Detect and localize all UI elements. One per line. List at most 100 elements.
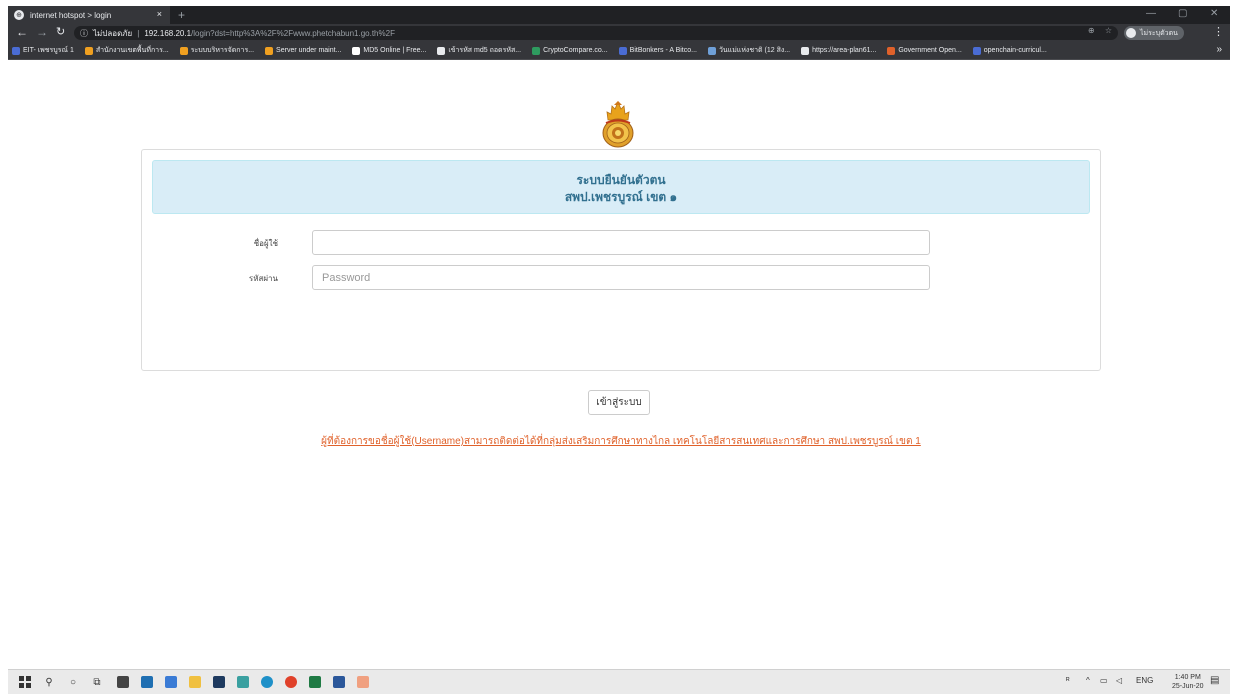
app-icon[interactable]	[356, 675, 370, 689]
volume-icon[interactable]: ◁	[1116, 676, 1122, 685]
url-path: /login?dst=http%3A%2F%2Fwww.phetchabun1.…	[191, 28, 395, 38]
bookmark-label: วันแม่แห่งชาติ (12 สิง...	[718, 47, 791, 54]
maximize-icon[interactable]: ▢	[1178, 8, 1187, 19]
bookmark-item[interactable]: Server under maint...	[265, 46, 342, 55]
bookmark-item[interactable]: EIT- เพชรบูรณ์ 1	[12, 45, 74, 56]
network-app-icon[interactable]	[164, 675, 178, 689]
photoshop-icon[interactable]	[212, 675, 226, 689]
bookmark-icon	[532, 46, 541, 55]
bookmark-label: EIT- เพชรบูรณ์ 1	[23, 47, 74, 54]
address-bar[interactable]: ⓘ ไม่ปลอดภัย | 192.168.20.1 /login?dst=h…	[74, 26, 1118, 40]
password-input[interactable]	[312, 265, 930, 290]
task-view-icon[interactable]: ⧉	[90, 675, 104, 689]
bookmark-label: https://area-plan61...	[812, 47, 877, 54]
globe-icon: ⊕	[14, 10, 24, 20]
login-header: ระบบยืนยันตัวตน สพป.เพชรบูรณ์ เขต ๑	[152, 160, 1090, 214]
new-tab-button[interactable]: +	[178, 8, 185, 22]
forward-icon[interactable]: →	[36, 25, 48, 39]
username-label: ชื่อผู้ใช้	[253, 239, 278, 248]
profile-button[interactable]: ไม่ระบุตัวตน	[1124, 26, 1184, 40]
bookmark-label: เข้ารหัส md5 ถอดรหัส...	[448, 47, 522, 54]
bookmark-icon	[352, 46, 361, 55]
close-window-icon[interactable]: ✕	[1210, 8, 1218, 19]
search-icon[interactable]: ⚲	[42, 675, 56, 689]
url-separator: |	[137, 28, 140, 38]
photos-app-icon[interactable]	[236, 675, 250, 689]
info-icon[interactable]: ⓘ	[80, 28, 88, 39]
bookmark-icon	[707, 46, 716, 55]
obec-logo-icon	[602, 101, 634, 148]
mail-icon[interactable]	[140, 675, 154, 689]
taskbar: ⚲ ○ ⧉ ᴿ ^ ▭ ◁ ENG 1:40 PM 25-Jun-20 ▤	[8, 669, 1230, 694]
bookmark-icon	[12, 46, 20, 55]
windows-start-icon[interactable]	[18, 675, 32, 689]
tab-strip: ⊕ internet hotspot > login × + — ▢ ✕	[8, 6, 1230, 24]
bookmark-icon	[84, 46, 93, 55]
bookmarks-bar: EIT- เพชรบูรณ์ 1 สำนักงานเขตพื้นที่การ...…	[8, 42, 1230, 60]
incognito-icon	[1126, 28, 1136, 38]
menu-icon[interactable]: ⋮	[1213, 25, 1224, 38]
clock[interactable]: 1:40 PM 25-Jun-20	[1172, 673, 1204, 691]
reload-icon[interactable]: ↻	[56, 25, 65, 38]
not-secure-label: ไม่ปลอดภัย	[93, 28, 133, 38]
bookmark-icon	[265, 46, 274, 55]
people-icon[interactable]: ᴿ	[1066, 676, 1070, 685]
bookmark-item[interactable]: สำนักงานเขตพื้นที่การ...	[84, 45, 169, 56]
bookmark-label: Government Open...	[898, 47, 962, 54]
zoom-icon[interactable]: ⊕	[1088, 26, 1095, 35]
edge-icon[interactable]	[260, 675, 274, 689]
file-explorer-icon[interactable]	[188, 675, 202, 689]
bookmark-label: BitBonkers - A Bitco...	[629, 47, 697, 54]
bookmark-item[interactable]: Government Open...	[887, 46, 962, 55]
bookmark-label: สำนักงานเขตพื้นที่การ...	[95, 47, 169, 54]
bookmark-icon	[437, 46, 446, 55]
bookmark-item[interactable]: เข้ารหัส md5 ถอดรหัส...	[437, 45, 521, 56]
cortana-icon[interactable]: ○	[66, 675, 80, 689]
bookmark-item[interactable]: BitBonkers - A Bitco...	[618, 46, 697, 55]
username-input[interactable]	[312, 230, 930, 255]
bookmark-item[interactable]: CryptoCompare.co...	[532, 46, 608, 55]
login-title: ระบบยืนยันตัวตน	[576, 173, 666, 187]
login-subtitle: สพป.เพชรบูรณ์ เขต ๑	[564, 190, 678, 204]
bookmark-label: Server under maint...	[276, 47, 342, 54]
clock-date: 25-Jun-20	[1172, 683, 1204, 690]
login-button[interactable]: เข้าสู่ระบบ	[588, 390, 650, 415]
bookmark-label: ระบบบริหารจัดการ...	[190, 47, 255, 54]
omnibox-icons: ⊕ ☆	[1088, 26, 1112, 35]
url-host: 192.168.20.1	[144, 28, 192, 38]
page-content: ระบบยืนยันตัวตน สพป.เพชรบูรณ์ เขต ๑ ชื่อ…	[8, 61, 1230, 669]
bookmark-icon	[618, 46, 627, 55]
profile-label: ไม่ระบุตัวตน	[1140, 29, 1178, 37]
tray-chevron-icon[interactable]: ^	[1086, 676, 1090, 685]
network-icon[interactable]: ▭	[1100, 676, 1108, 685]
star-icon[interactable]: ☆	[1105, 26, 1112, 35]
contact-note-link[interactable]: ผู้ที่ต้องการขอชื่อผู้ใช้(Username)สามาร…	[142, 434, 1100, 449]
tab-close-icon[interactable]: ×	[157, 9, 162, 19]
bookmark-icon	[179, 46, 188, 55]
back-icon[interactable]: ←	[16, 25, 28, 39]
store-icon[interactable]	[116, 675, 130, 689]
bookmark-label: MD5 Online | Free...	[363, 47, 427, 54]
bookmark-item[interactable]: วันแม่แห่งชาติ (12 สิง...	[707, 45, 791, 56]
bookmark-label: CryptoCompare.co...	[543, 47, 608, 54]
tab-title: internet hotspot > login	[30, 10, 112, 20]
language-indicator[interactable]: ENG	[1136, 676, 1153, 685]
word-icon[interactable]	[332, 675, 346, 689]
screen: ⊕ internet hotspot > login × + — ▢ ✕ ← →…	[8, 6, 1230, 694]
browser-tab[interactable]: ⊕ internet hotspot > login ×	[8, 6, 170, 24]
bookmark-item[interactable]: https://area-plan61...	[801, 46, 877, 55]
bookmark-item[interactable]: MD5 Online | Free...	[352, 46, 427, 55]
address-row: ← → ↻ ⓘ ไม่ปลอดภัย | 192.168.20.1 /login…	[8, 24, 1230, 42]
bookmark-icon	[972, 46, 981, 55]
password-label: รหัสผ่าน	[248, 274, 278, 283]
chrome-icon[interactable]	[284, 675, 298, 689]
bookmark-label: openchain-curricul...	[983, 47, 1047, 54]
bookmark-icon	[887, 46, 896, 55]
bookmark-item[interactable]: openchain-curricul...	[972, 46, 1047, 55]
clock-time: 1:40 PM	[1174, 674, 1201, 681]
minimize-icon[interactable]: —	[1146, 8, 1156, 19]
bookmark-item[interactable]: ระบบบริหารจัดการ...	[179, 45, 255, 56]
excel-icon[interactable]	[308, 675, 322, 689]
bookmarks-overflow-icon[interactable]: »	[1216, 44, 1222, 55]
notification-icon[interactable]: ▤	[1210, 675, 1219, 686]
